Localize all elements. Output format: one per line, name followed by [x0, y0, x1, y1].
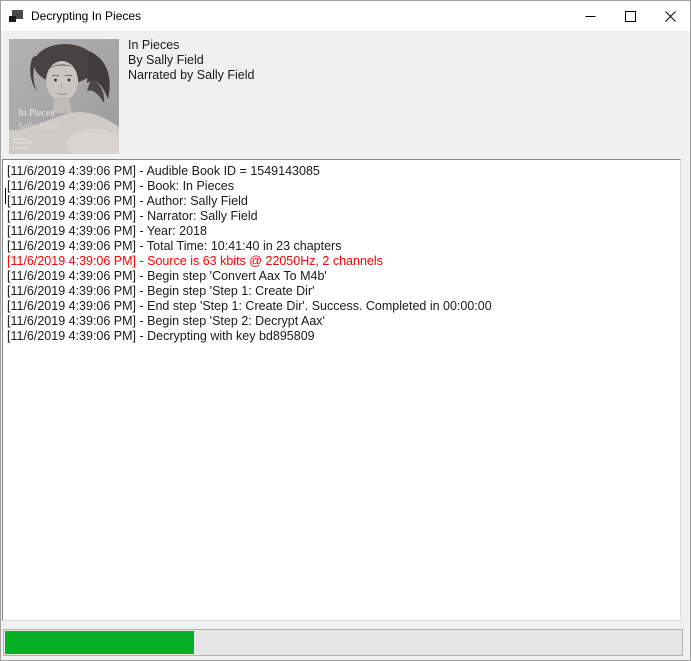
log-line-text: [11/6/2019 4:39:06 PM] - End step 'Step … — [7, 299, 492, 313]
log-line: [11/6/2019 4:39:06 PM] - Begin step 'Ste… — [7, 284, 680, 299]
log-output[interactable]: [11/6/2019 4:39:06 PM] - Audible Book ID… — [2, 159, 681, 621]
book-author: By Sally Field — [128, 53, 254, 68]
log-line-text: [11/6/2019 4:39:06 PM] - Begin step 'Con… — [7, 269, 327, 283]
log-line: [11/6/2019 4:39:06 PM] - Decrypting with… — [7, 329, 680, 344]
log-line: [11/6/2019 4:39:06 PM] - End step 'Step … — [7, 299, 680, 314]
minimize-icon — [585, 11, 596, 22]
log-line: [11/6/2019 4:39:06 PM] - Author: Sally F… — [7, 194, 680, 209]
maximize-icon — [625, 11, 636, 22]
log-line-text: [11/6/2019 4:39:06 PM] - Year: 2018 — [7, 224, 207, 238]
book-title: In Pieces — [128, 38, 254, 53]
log-line: [11/6/2019 4:39:06 PM] - Year: 2018 — [7, 224, 680, 239]
title-bar[interactable]: Decrypting In Pieces — [1, 1, 690, 31]
window-title: Decrypting In Pieces — [31, 9, 570, 23]
log-line-text: [11/6/2019 4:39:06 PM] - Audible Book ID… — [7, 164, 320, 178]
close-icon — [665, 11, 676, 22]
log-line: [11/6/2019 4:39:06 PM] - Total Time: 10:… — [7, 239, 680, 254]
log-line: [11/6/2019 4:39:06 PM] - Begin step 'Con… — [7, 269, 680, 284]
log-line: [11/6/2019 4:39:06 PM] - Book: In Pieces — [7, 179, 680, 194]
close-button[interactable] — [650, 1, 690, 31]
log-line-text: [11/6/2019 4:39:06 PM] - Begin step 'Ste… — [7, 284, 315, 298]
log-line-text: [11/6/2019 4:39:06 PM] - Author: Sally F… — [7, 194, 248, 208]
log-line: [11/6/2019 4:39:06 PM] - Source is 63 kb… — [7, 254, 680, 269]
log-line-text: [11/6/2019 4:39:06 PM] - Begin step 'Ste… — [7, 314, 325, 328]
cover-edition-text: Unabridged — [13, 146, 30, 150]
text-caret — [5, 188, 6, 204]
log-line-text: [11/6/2019 4:39:06 PM] - Book: In Pieces — [7, 179, 234, 193]
book-cover-image: In Pieces Sally Field READ BY THE AUTHOR… — [9, 39, 119, 154]
book-narrator: Narrated by Sally Field — [128, 68, 254, 83]
log-line: [11/6/2019 4:39:06 PM] - Narrator: Sally… — [7, 209, 680, 224]
cover-readby-line2: THE AUTHOR — [13, 141, 33, 145]
cover-author-text: Sally Field — [18, 121, 58, 131]
log-line-text: [11/6/2019 4:39:06 PM] - Decrypting with… — [7, 329, 315, 343]
log-line-text: [11/6/2019 4:39:06 PM] - Total Time: 10:… — [7, 239, 341, 253]
cover-title-text: In Pieces — [18, 108, 54, 119]
log-line-text: [11/6/2019 4:39:06 PM] - Narrator: Sally… — [7, 209, 258, 223]
log-line: [11/6/2019 4:39:06 PM] - Audible Book ID… — [7, 164, 680, 179]
minimize-button[interactable] — [570, 1, 610, 31]
log-line: [11/6/2019 4:39:06 PM] - Begin step 'Ste… — [7, 314, 680, 329]
app-icon — [8, 8, 24, 24]
log-line-text: [11/6/2019 4:39:06 PM] - Source is 63 kb… — [7, 254, 383, 268]
maximize-button[interactable] — [610, 1, 650, 31]
progress-bar-fill — [5, 631, 194, 654]
progress-bar — [3, 629, 683, 656]
book-info: In Pieces By Sally Field Narrated by Sal… — [128, 38, 254, 83]
